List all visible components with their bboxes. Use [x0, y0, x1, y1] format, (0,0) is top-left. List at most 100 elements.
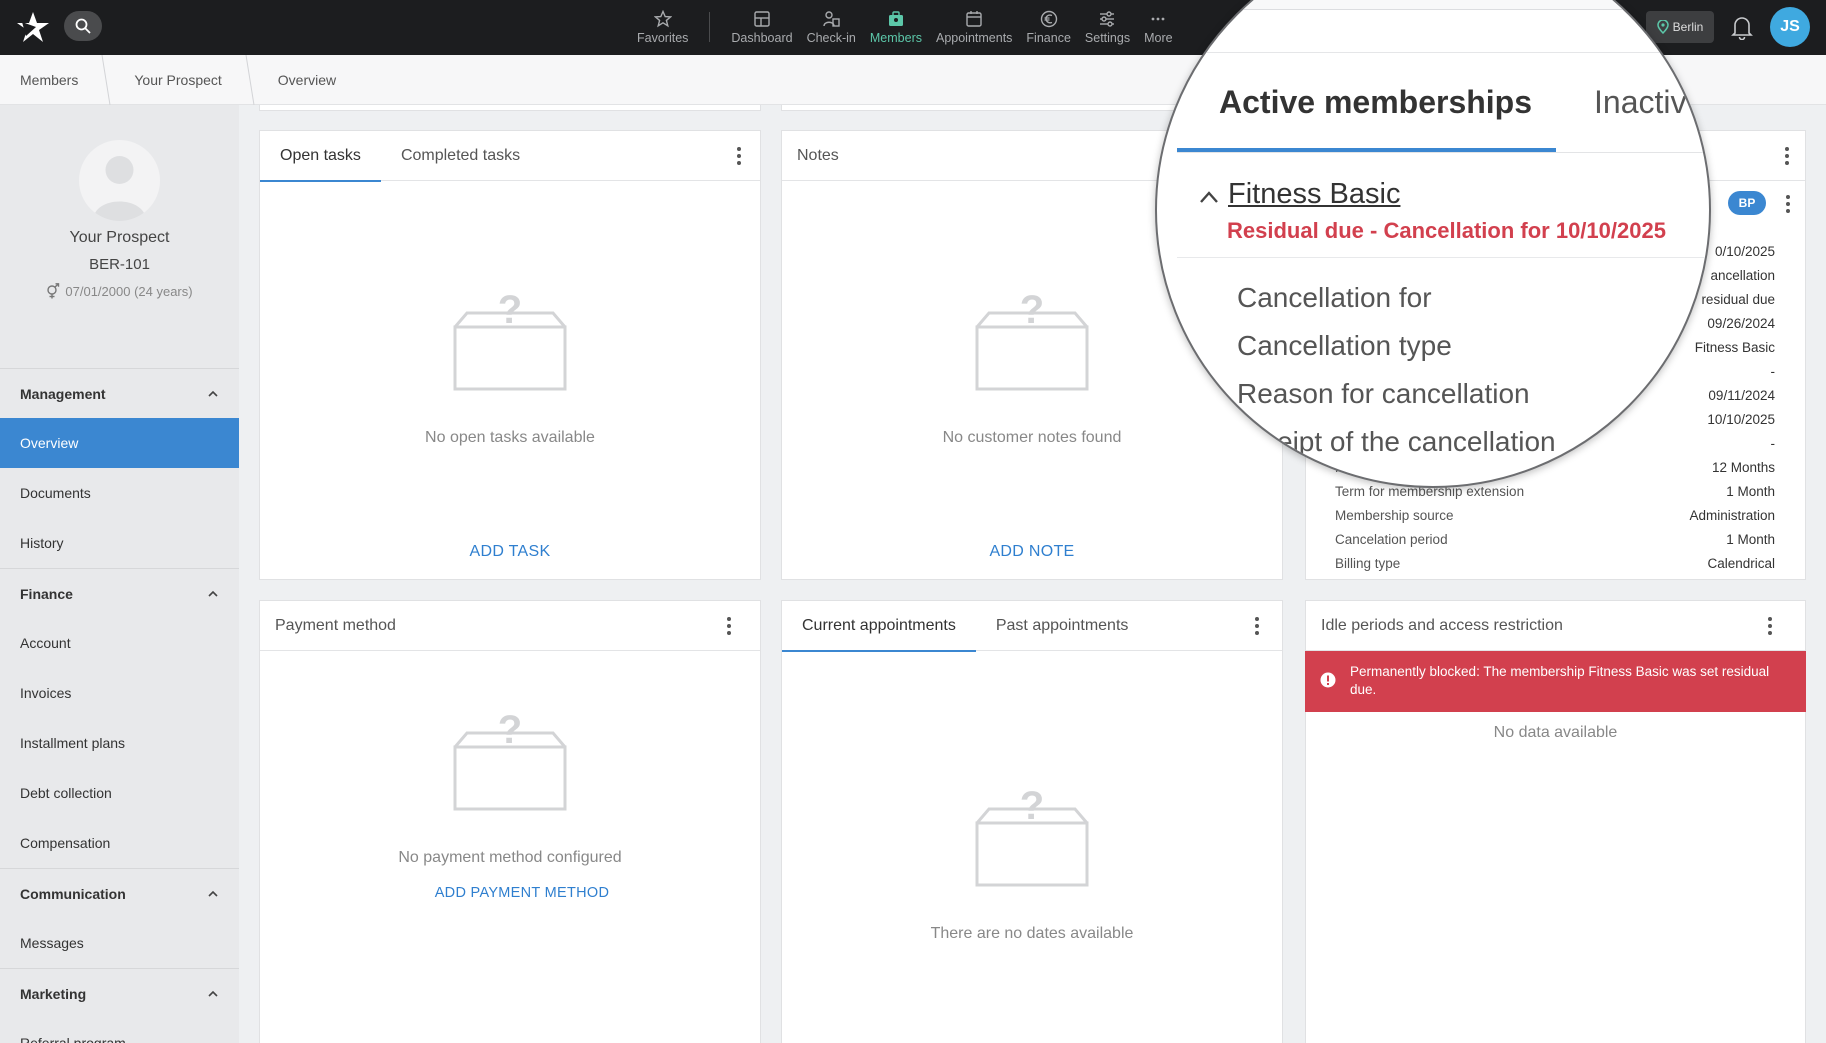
empty-box-icon: ? — [453, 291, 567, 391]
add-task-button[interactable]: ADD TASK — [260, 543, 760, 561]
alert-icon — [1320, 672, 1336, 688]
tab-open-tasks[interactable]: Open tasks — [260, 131, 381, 182]
detail-value: 09/11/2024 — [1708, 388, 1775, 403]
section-marketing[interactable]: Marketing — [0, 968, 239, 1018]
nav-members[interactable]: Members — [863, 0, 929, 55]
nav-label: Dashboard — [731, 31, 793, 45]
nav-favorites[interactable]: Favorites — [630, 0, 695, 55]
sidebar-item-debt-collection[interactable]: Debt collection — [0, 768, 239, 818]
euro-icon — [1040, 10, 1057, 28]
svg-text:?: ? — [1020, 291, 1044, 332]
chevron-up-icon — [208, 390, 218, 397]
sidebar: Your Prospect BER-101 07/01/2000 (24 yea… — [0, 105, 239, 1043]
breadcrumb-members[interactable]: Members — [0, 55, 98, 105]
sidebar-item-account[interactable]: Account — [0, 618, 239, 668]
profile-name: Your Prospect — [69, 229, 170, 246]
section-communication[interactable]: Communication — [0, 868, 239, 918]
sidebar-item-compensation[interactable]: Compensation — [0, 818, 239, 868]
tab-completed-tasks[interactable]: Completed tasks — [381, 131, 540, 181]
empty-box-icon: ? — [975, 291, 1089, 391]
tab-active-memberships[interactable]: Active memberships — [1219, 84, 1532, 121]
breadcrumb-separator — [101, 54, 111, 105]
appointments-card: Current appointments Past appointments ?… — [781, 600, 1283, 1043]
sidebar-item-invoices[interactable]: Invoices — [0, 668, 239, 718]
nav-label: Favorites — [637, 31, 689, 45]
tab-past-appointments[interactable]: Past appointments — [976, 601, 1149, 651]
search-button[interactable] — [64, 11, 102, 41]
section-title: Finance — [20, 585, 73, 602]
payment-title: Payment method — [275, 616, 396, 634]
detail-value: - — [1770, 436, 1776, 451]
detail-value: 0/10/2025 — [1714, 244, 1775, 259]
section-management[interactable]: Management — [0, 368, 239, 418]
membership-detail-row: Billing type Calendrical — [1335, 556, 1775, 572]
kebab-menu-icon[interactable] — [1784, 146, 1790, 166]
payment-empty-text: No payment method configured — [398, 849, 622, 866]
tab-inactive-memberships[interactable]: Inactiv — [1594, 84, 1686, 121]
app-logo-icon[interactable] — [16, 10, 50, 44]
kebab-menu-icon[interactable] — [1254, 616, 1260, 636]
sidebar-item-installment-plans[interactable]: Installment plans — [0, 718, 239, 768]
detail-value: - — [1770, 364, 1776, 379]
chevron-up-icon[interactable] — [1199, 190, 1219, 204]
detail-label: Membership source — [1335, 508, 1454, 523]
chevron-up-icon — [208, 990, 218, 997]
nav-label: Appointments — [935, 31, 1013, 45]
magnifier-divider — [1177, 152, 1709, 153]
tasks-empty-text: No open tasks available — [425, 429, 595, 446]
sidebar-item-history[interactable]: History — [0, 518, 239, 568]
dashboard-icon — [754, 11, 770, 27]
appointments-empty-text: There are no dates available — [930, 925, 1134, 942]
idle-title: Idle periods and access restriction — [1321, 616, 1563, 634]
add-note-button[interactable]: ADD NOTE — [782, 543, 1282, 561]
reason-for-cancellation-label: Reason for cancellation — [1237, 378, 1530, 409]
membership-detail-row: Cancelation period 1 Month — [1335, 532, 1775, 547]
receipt-of-cancellation-label: eipt of the cancellation — [1277, 426, 1556, 457]
search-icon — [75, 18, 91, 34]
bell-icon[interactable] — [1730, 14, 1754, 40]
person-silhouette-icon — [93, 156, 146, 221]
kebab-menu-icon[interactable] — [726, 616, 732, 636]
section-finance[interactable]: Finance — [0, 568, 239, 618]
membership-detail-row: Membership source Administration — [1335, 508, 1775, 523]
sidebar-item-messages[interactable]: Messages — [0, 918, 239, 968]
profile-id: BER-101 — [89, 256, 150, 273]
nav-settings[interactable]: Settings — [1078, 0, 1137, 55]
breadcrumb-prospect[interactable]: Your Prospect — [114, 55, 241, 105]
membership-status: Residual due - Cancellation for 10/10/20… — [1227, 218, 1666, 243]
sliders-icon — [1100, 11, 1115, 27]
user-avatar[interactable]: JS — [1770, 7, 1810, 47]
membership-title-link[interactable]: Fitness Basic — [1228, 178, 1400, 211]
section-title: Communication — [20, 885, 126, 902]
detail-value: residual due — [1701, 292, 1775, 307]
nav-label: Members — [869, 31, 922, 45]
membership-badge: BP — [1728, 191, 1766, 215]
detail-value: Administration — [1689, 508, 1775, 523]
magnifier-divider — [1157, 52, 1709, 53]
nav-appointments[interactable]: Appointments — [929, 0, 1019, 55]
alert-text: Permanently blocked: The membership Fitn… — [1350, 664, 1770, 697]
check-in-icon — [823, 11, 840, 27]
chevron-up-icon — [208, 890, 218, 897]
add-payment-method-button[interactable]: ADD PAYMENT METHOD — [272, 885, 772, 901]
kebab-menu-icon[interactable] — [1785, 194, 1791, 214]
tasks-card-header: Open tasks Completed tasks — [260, 131, 760, 182]
tasks-card: Open tasks Completed tasks ? No open tas… — [259, 130, 761, 580]
sidebar-item-documents[interactable]: Documents — [0, 468, 239, 518]
sidebar-item-overview[interactable]: Overview — [0, 418, 239, 468]
tab-current-appointments[interactable]: Current appointments — [782, 601, 976, 652]
nav-divider — [709, 12, 711, 42]
detail-value: 09/26/2024 — [1707, 316, 1775, 331]
kebab-menu-icon[interactable] — [1767, 616, 1773, 636]
nav-finance[interactable]: Finance — [1019, 0, 1077, 55]
kebab-menu-icon[interactable] — [736, 146, 742, 166]
nav-label: Settings — [1084, 31, 1131, 45]
payment-card-header: Payment method — [260, 601, 760, 651]
nav-label: Check-in — [806, 31, 856, 45]
star-icon — [653, 10, 672, 28]
nav-check-in[interactable]: Check-in — [800, 0, 863, 55]
sidebar-item-referral-program[interactable]: Referral program — [0, 1018, 239, 1043]
nav-label: Finance — [1026, 31, 1071, 45]
detail-value: 10/10/2025 — [1707, 412, 1775, 427]
nav-dashboard[interactable]: Dashboard — [724, 0, 799, 55]
